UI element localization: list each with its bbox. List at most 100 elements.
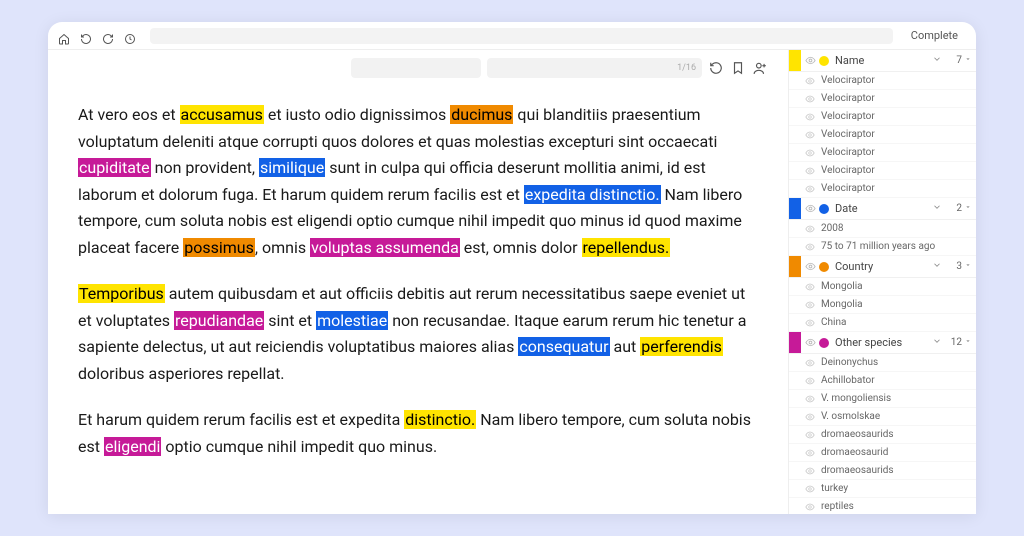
caret-down-icon[interactable] — [964, 203, 976, 214]
chevron-down-icon[interactable] — [932, 54, 946, 67]
refresh-icon[interactable] — [102, 30, 114, 42]
entity-item[interactable]: Velociraptor — [789, 162, 976, 180]
entities-panel: Name7VelociraptorVelociraptorVelocirapto… — [788, 50, 976, 514]
visibility-toggle-icon[interactable] — [801, 55, 819, 66]
entity-item[interactable]: Velociraptor — [789, 108, 976, 126]
highlight-yellow[interactable]: accusamus — [180, 105, 264, 124]
visibility-toggle-icon[interactable] — [801, 394, 819, 404]
category-header[interactable]: Other species12 — [789, 332, 976, 354]
item-stripe — [789, 126, 801, 143]
category-color-stripe — [789, 198, 801, 219]
category-dot-icon — [819, 56, 829, 66]
highlight-blue[interactable]: similique — [259, 158, 325, 177]
highlight-orange[interactable]: possimus — [183, 238, 255, 257]
entity-item[interactable]: Mongolia — [789, 278, 976, 296]
entity-item[interactable]: Velociraptor — [789, 180, 976, 198]
entity-item[interactable]: reptiles — [789, 498, 976, 514]
visibility-toggle-icon[interactable] — [801, 94, 819, 104]
item-stripe — [789, 314, 801, 331]
highlight-yellow[interactable]: repellendus. — [582, 238, 671, 257]
visibility-toggle-icon[interactable] — [801, 184, 819, 194]
entity-item[interactable]: dromaeosaurids — [789, 462, 976, 480]
highlight-yellow[interactable]: perferendis — [640, 337, 723, 356]
visibility-toggle-icon[interactable] — [801, 430, 819, 440]
highlight-orange[interactable]: ducimus — [450, 105, 513, 124]
visibility-toggle-icon[interactable] — [801, 484, 819, 494]
entity-label: V. osmolskae — [819, 411, 976, 422]
entity-item[interactable]: dromaeosaurids — [789, 426, 976, 444]
entity-item[interactable]: Achillobator — [789, 372, 976, 390]
category-header[interactable]: Date2 — [789, 198, 976, 220]
visibility-toggle-icon[interactable] — [801, 358, 819, 368]
entity-label: Deinonychus — [819, 357, 976, 368]
visibility-toggle-icon[interactable] — [801, 224, 819, 234]
caret-down-icon[interactable] — [964, 337, 976, 348]
visibility-toggle-icon[interactable] — [801, 242, 819, 252]
entity-item[interactable]: China — [789, 314, 976, 332]
highlight-magenta[interactable]: eligendi — [104, 437, 161, 456]
find-field-2[interactable]: 1/16 — [487, 58, 702, 78]
chevron-down-icon[interactable] — [932, 202, 946, 215]
chevron-down-icon[interactable] — [932, 260, 946, 273]
highlight-yellow[interactable]: distinctio. — [404, 410, 476, 429]
visibility-toggle-icon[interactable] — [801, 376, 819, 386]
category-count: 2 — [946, 203, 964, 214]
document-pane: 1/16 At vero eos et accusamus et iusto o… — [48, 50, 788, 514]
reload-icon[interactable] — [80, 30, 92, 42]
visibility-toggle-icon[interactable] — [801, 166, 819, 176]
person-add-icon[interactable] — [752, 60, 768, 76]
visibility-toggle-icon[interactable] — [801, 337, 819, 348]
category-header[interactable]: Country3 — [789, 256, 976, 278]
visibility-toggle-icon[interactable] — [801, 300, 819, 310]
highlight-yellow[interactable]: Temporibus — [78, 284, 165, 303]
entity-item[interactable]: dromaeosaurid — [789, 444, 976, 462]
highlight-blue[interactable]: molestiae — [316, 311, 388, 330]
highlight-blue[interactable]: expedita distinctio. — [524, 185, 661, 204]
visibility-toggle-icon[interactable] — [801, 130, 819, 140]
highlight-blue[interactable]: consequatur — [518, 337, 609, 356]
item-stripe — [789, 354, 801, 371]
entity-item[interactable]: V. mongoliensis — [789, 390, 976, 408]
complete-button[interactable]: Complete — [903, 27, 966, 44]
highlight-magenta[interactable]: voluptas assumenda — [310, 238, 460, 257]
entity-item[interactable]: 2008 — [789, 220, 976, 238]
history-icon[interactable] — [124, 30, 136, 42]
chevron-down-icon[interactable] — [932, 336, 946, 349]
visibility-toggle-icon[interactable] — [801, 112, 819, 122]
visibility-toggle-icon[interactable] — [801, 76, 819, 86]
find-field-1[interactable] — [351, 58, 481, 78]
entity-item[interactable]: turkey — [789, 480, 976, 498]
bookmark-icon[interactable] — [730, 60, 746, 76]
visibility-toggle-icon[interactable] — [801, 261, 819, 272]
entity-item[interactable]: Deinonychus — [789, 354, 976, 372]
entity-item[interactable]: V. osmolskae — [789, 408, 976, 426]
titlebar: Complete — [48, 22, 976, 50]
caret-down-icon[interactable] — [964, 261, 976, 272]
visibility-toggle-icon[interactable] — [801, 448, 819, 458]
highlight-magenta[interactable]: repudiandae — [174, 311, 264, 330]
visibility-toggle-icon[interactable] — [801, 318, 819, 328]
entity-item[interactable]: 75 to 71 million years ago — [789, 238, 976, 256]
highlight-magenta[interactable]: cupiditate — [78, 158, 151, 177]
visibility-toggle-icon[interactable] — [801, 148, 819, 158]
visibility-toggle-icon[interactable] — [801, 466, 819, 476]
caret-down-icon[interactable] — [964, 55, 976, 66]
category-dot-icon — [819, 338, 829, 348]
paragraph: Temporibus autem quibusdam et aut offici… — [78, 281, 758, 387]
find-refresh-icon[interactable] — [708, 60, 724, 76]
url-bar[interactable] — [150, 28, 893, 44]
entity-item[interactable]: Mongolia — [789, 296, 976, 314]
entity-item[interactable]: Velociraptor — [789, 72, 976, 90]
category-header[interactable]: Name7 — [789, 50, 976, 72]
document-body: At vero eos et accusamus et iusto odio d… — [48, 84, 788, 501]
visibility-toggle-icon[interactable] — [801, 282, 819, 292]
entity-item[interactable]: Velociraptor — [789, 144, 976, 162]
visibility-toggle-icon[interactable] — [801, 502, 819, 512]
entity-item[interactable]: Velociraptor — [789, 126, 976, 144]
category-color-stripe — [789, 50, 801, 71]
home-icon[interactable] — [58, 30, 70, 42]
visibility-toggle-icon[interactable] — [801, 412, 819, 422]
entity-item[interactable]: Velociraptor — [789, 90, 976, 108]
visibility-toggle-icon[interactable] — [801, 203, 819, 214]
item-stripe — [789, 426, 801, 443]
